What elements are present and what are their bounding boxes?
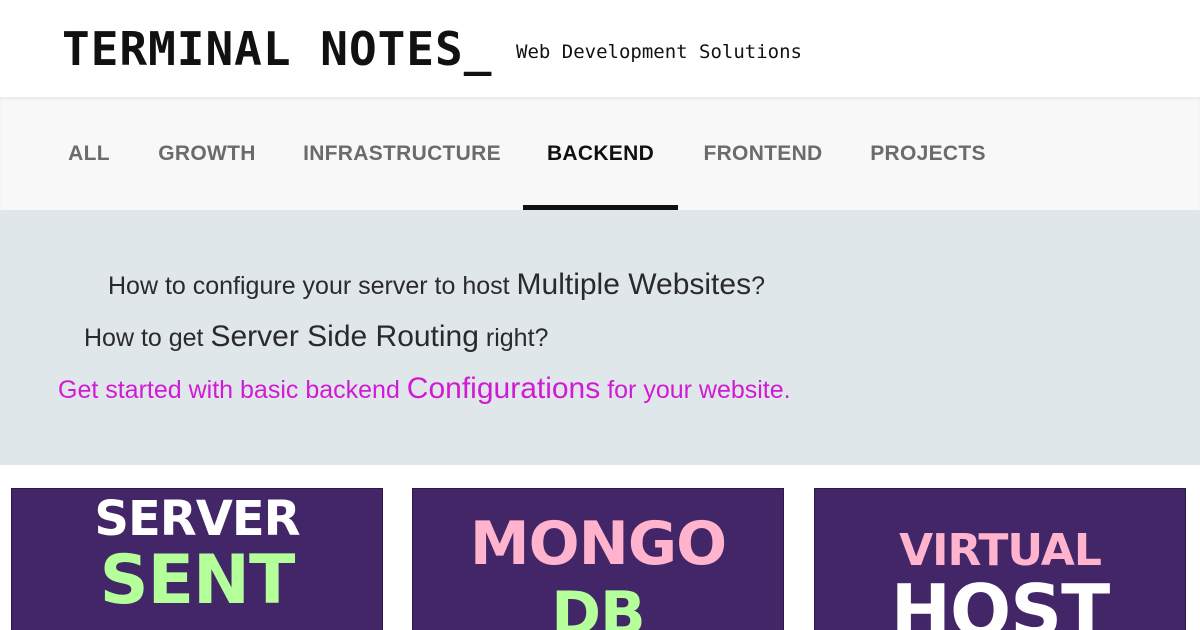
hero-line-3-pre: Get started with basic backend (58, 376, 407, 404)
card-title-bottom: SENT (99, 541, 296, 620)
hero-line-1-highlight: Multiple Websites (516, 268, 752, 301)
post-card-virtual-host[interactable]: VIRTUAL HOST (814, 488, 1186, 630)
hero-line-1-post: ? (751, 272, 765, 300)
site-header: TERMINAL NOTES_ Web Development Solution… (0, 0, 1200, 97)
hero-line-2: How to get Server Side Routing right? (84, 320, 548, 354)
card-title-top: SERVER (94, 491, 300, 547)
hero-line-3-post: for your website. (600, 376, 791, 404)
hero-banner: How to configure your server to host Mul… (0, 210, 1200, 465)
site-title[interactable]: TERMINAL NOTES_ (62, 22, 492, 76)
tab-infrastructure[interactable]: INFRASTRUCTURE (284, 97, 520, 210)
tab-backend[interactable]: BACKEND (523, 97, 678, 210)
category-nav: ALL GROWTH INFRASTRUCTURE BACKEND FRONTE… (0, 97, 1200, 210)
hero-line-2-highlight: Server Side Routing (210, 320, 479, 353)
hero-line-2-post: right? (478, 324, 549, 352)
hero-line-3: Get started with basic backend Configura… (58, 372, 791, 406)
card-title-top: MONGO (469, 509, 727, 579)
hero-line-2-pre: How to get (84, 324, 211, 352)
post-card-server-sent[interactable]: SERVER SENT (11, 488, 383, 630)
post-cards: SERVER SENT MONGO DB VIRTUAL HOST (0, 465, 1200, 630)
card-title-bottom: HOST (890, 569, 1110, 630)
tab-growth[interactable]: GROWTH (136, 97, 278, 210)
post-card-mongo-db[interactable]: MONGO DB (412, 488, 784, 630)
tab-frontend[interactable]: FRONTEND (682, 97, 844, 210)
hero-line-1: How to configure your server to host Mul… (108, 268, 765, 302)
tab-projects[interactable]: PROJECTS (852, 97, 1004, 210)
hero-line-3-highlight: Configurations (406, 372, 601, 405)
card-title-bottom: DB (551, 579, 646, 630)
site-tagline: Web Development Solutions (516, 41, 802, 63)
hero-line-1-pre: How to configure your server to host (108, 272, 517, 300)
tab-all[interactable]: ALL (48, 97, 130, 210)
